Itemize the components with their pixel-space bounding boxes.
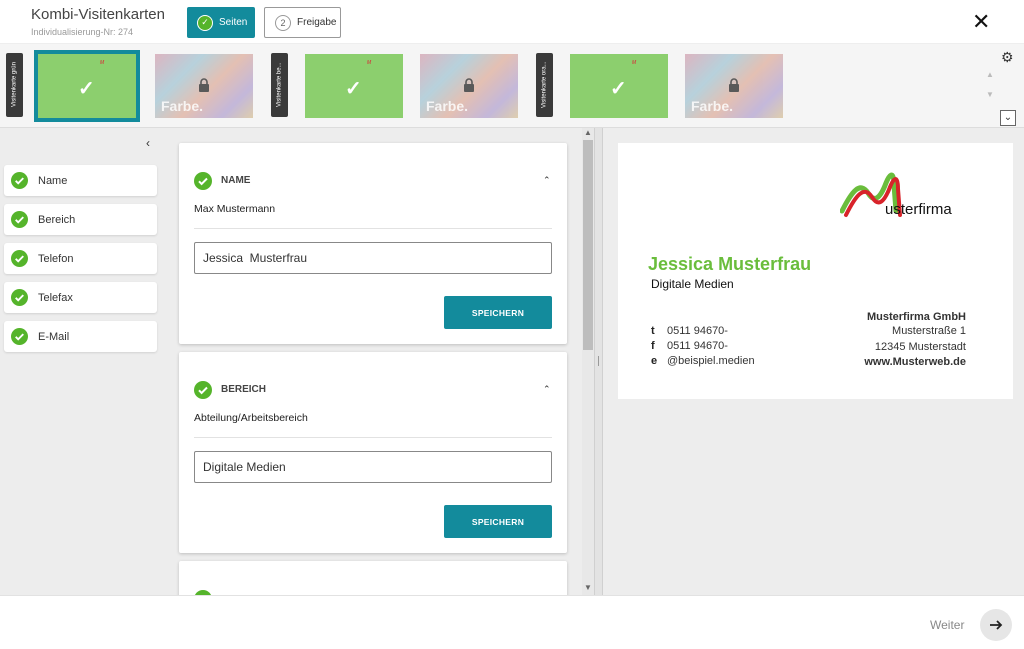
- card-email: e @beispiel.medien: [651, 355, 755, 367]
- sidebar-item-label: E-Mail: [38, 330, 70, 343]
- save-button[interactable]: SPEICHERN: [444, 296, 552, 329]
- card-company-name: Musterfirma GmbH: [866, 311, 966, 323]
- sidebar-item-bereich[interactable]: Bereich: [4, 204, 157, 235]
- mini-logo-icon: M: [632, 60, 637, 66]
- field-label: Abteilung/Arbeitsbereich: [194, 412, 308, 424]
- step-seiten-label: Seiten: [219, 17, 248, 28]
- next-label[interactable]: Weiter: [930, 618, 964, 632]
- phone-prefix: t: [651, 325, 655, 337]
- thumbnail-locked[interactable]: Farbe.: [685, 54, 783, 118]
- locked-label: Farbe.: [426, 98, 469, 114]
- sidebar-item-telefax[interactable]: Telefax: [4, 282, 157, 313]
- scroll-up-icon[interactable]: ▲: [584, 128, 592, 137]
- sidebar-item-label: Bereich: [38, 213, 76, 226]
- step-seiten-button[interactable]: ✓ Seiten: [187, 7, 255, 38]
- step-freigabe-button[interactable]: 2 Freigabe: [264, 7, 341, 38]
- footer: Weiter: [0, 595, 1024, 649]
- scroll-down-icon[interactable]: ▼: [986, 90, 994, 99]
- step-freigabe-label: Freigabe: [297, 17, 337, 28]
- next-button[interactable]: [980, 609, 1012, 641]
- check-circle-icon: [11, 211, 28, 228]
- section-title: NAME: [221, 175, 251, 186]
- scroll-up-icon[interactable]: ▲: [986, 70, 994, 79]
- scroll-down-icon[interactable]: ▼: [584, 583, 592, 592]
- customization-number: Individualisierung-Nr: 274: [31, 27, 134, 37]
- check-circle-icon: [11, 250, 28, 267]
- page-title: Kombi-Visitenkarten: [31, 6, 165, 23]
- panel-splitter[interactable]: [594, 128, 603, 595]
- group-tab-orange[interactable]: Visitenkarte ora...: [536, 53, 553, 117]
- card-street: Musterstraße 1: [892, 325, 966, 337]
- check-circle-icon: [11, 172, 28, 189]
- thumbnail-locked[interactable]: Farbe.: [155, 54, 253, 118]
- check-icon: ✓: [610, 78, 627, 100]
- thumbnail-locked[interactable]: Farbe.: [420, 54, 518, 118]
- sidebar-item-label: Name: [38, 174, 68, 187]
- thumbnail-page[interactable]: M ✓: [570, 54, 668, 118]
- header: Kombi-Visitenkarten Individualisierung-N…: [0, 0, 1024, 44]
- sidebar-item-telefon[interactable]: Telefon: [4, 243, 157, 274]
- sidebar: ‹ Name Bereich Telefon Telefax E-Mail: [0, 128, 163, 595]
- sidebar-item-label: Telefon: [38, 252, 74, 265]
- grip-icon: [598, 356, 600, 366]
- collapse-sidebar-icon[interactable]: ‹: [146, 136, 150, 150]
- lock-icon: [729, 78, 739, 92]
- save-button[interactable]: SPEICHERN: [444, 505, 552, 538]
- card-city: 12345 Musterstadt: [874, 341, 966, 353]
- group-tab-gruen[interactable]: Visitenkarte grün: [6, 53, 23, 117]
- business-card-preview: usterfirma Jessica Musterfrau Digitale M…: [618, 143, 1013, 399]
- check-icon: ✓: [345, 78, 362, 100]
- check-circle-icon: [194, 172, 212, 190]
- locked-label: Farbe.: [161, 98, 204, 114]
- form-panel: NAME ⌃ Max Mustermann SPEICHERN BEREICH …: [163, 128, 594, 595]
- fax-prefix: f: [651, 340, 655, 352]
- check-circle-icon: [11, 289, 28, 306]
- sidebar-item-label: Telefax: [38, 291, 73, 304]
- check-circle-icon: [11, 328, 28, 345]
- mini-logo-icon: M: [100, 60, 105, 66]
- sidebar-item-email[interactable]: E-Mail: [4, 321, 157, 352]
- step-number-icon: 2: [275, 14, 291, 31]
- card-name: Jessica Musterfrau: [648, 254, 812, 274]
- step-check-icon: ✓: [197, 14, 213, 31]
- email-value: @beispiel.medien: [667, 355, 755, 367]
- scroll-thumb[interactable]: [583, 140, 593, 350]
- field-label: Max Mustermann: [194, 203, 276, 215]
- section-title: BEREICH: [221, 384, 267, 395]
- divider: [194, 228, 552, 229]
- section-card-name: NAME ⌃ Max Mustermann SPEICHERN: [179, 143, 567, 344]
- card-website: www.Musterweb.de: [864, 356, 966, 368]
- section-card-next: [179, 561, 567, 595]
- page-thumbnail-strip: Visitenkarte grün M ✓ Farbe. Visitenkart…: [0, 44, 1024, 128]
- check-circle-icon: [194, 381, 212, 399]
- phone-value: 0511 94670-: [667, 325, 728, 337]
- chevron-down-icon[interactable]: ⌄: [1000, 110, 1016, 126]
- arrow-right-icon: [990, 620, 1003, 630]
- card-phone: t 0511 94670-: [651, 325, 728, 337]
- chevron-up-icon[interactable]: ⌃: [543, 175, 551, 186]
- lock-icon: [464, 78, 474, 92]
- preview-panel: usterfirma Jessica Musterfrau Digitale M…: [603, 128, 1024, 595]
- close-icon[interactable]: ✕: [972, 11, 990, 33]
- lock-icon: [199, 78, 209, 92]
- group-tab-beige[interactable]: Visitenkarte be...: [271, 53, 288, 117]
- chevron-up-icon[interactable]: ⌃: [543, 384, 551, 395]
- gear-icon[interactable]: ⚙: [1001, 49, 1014, 66]
- name-input[interactable]: [194, 242, 552, 274]
- thumbnail-page[interactable]: M ✓: [305, 54, 403, 118]
- card-fax: f 0511 94670-: [651, 340, 728, 352]
- department-input[interactable]: [194, 451, 552, 483]
- sidebar-item-name[interactable]: Name: [4, 165, 157, 196]
- card-department: Digitale Medien: [651, 277, 734, 291]
- form-scrollbar[interactable]: ▲ ▼: [582, 128, 594, 595]
- mini-logo-icon: M: [367, 60, 372, 66]
- section-card-bereich: BEREICH ⌃ Abteilung/Arbeitsbereich SPEIC…: [179, 352, 567, 553]
- fax-value: 0511 94670-: [667, 340, 728, 352]
- email-prefix: e: [651, 355, 658, 367]
- thumbnail-selected[interactable]: M ✓: [34, 50, 140, 122]
- locked-label: Farbe.: [691, 98, 734, 114]
- divider: [194, 437, 552, 438]
- check-icon: ✓: [78, 78, 95, 100]
- logo-text: usterfirma: [885, 201, 952, 218]
